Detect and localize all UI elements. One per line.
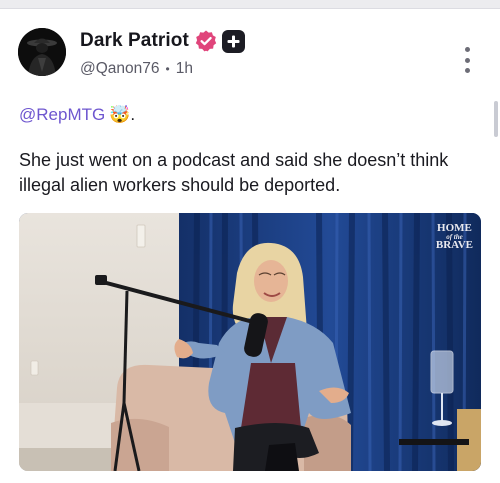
author-handle[interactable]: @Qanon76 bbox=[80, 60, 160, 78]
post-body: She just went on a podcast and said she … bbox=[19, 150, 449, 195]
mention-line: @RepMTG 🤯 . bbox=[19, 105, 135, 125]
mention-suffix: . bbox=[130, 105, 136, 124]
more-vertical-icon-dot bbox=[464, 47, 470, 52]
author-name-row: Dark Patriot bbox=[80, 29, 245, 53]
video-still-image bbox=[19, 213, 481, 471]
exploding-head-emoji: 🤯 bbox=[109, 105, 131, 124]
hooded-figure-icon bbox=[18, 28, 66, 76]
plus-badge-icon bbox=[221, 29, 245, 53]
more-options-button[interactable] bbox=[458, 47, 476, 73]
author-avatar[interactable] bbox=[18, 28, 66, 76]
post-timestamp[interactable]: 1h bbox=[176, 60, 193, 78]
scrollbar-thumb[interactable] bbox=[494, 101, 498, 137]
more-vertical-icon-dot bbox=[464, 57, 470, 63]
post-media-video[interactable]: HOME of the BRAVE bbox=[19, 213, 481, 471]
post-meta: @Qanon76 • 1h bbox=[80, 60, 193, 78]
home-of-the-brave-watermark: HOME of the BRAVE bbox=[436, 223, 473, 251]
mention-link[interactable]: @RepMTG bbox=[19, 105, 105, 125]
author-display-name[interactable]: Dark Patriot bbox=[80, 30, 189, 52]
watermark-line3: BRAVE bbox=[435, 239, 473, 251]
meta-separator: • bbox=[165, 62, 170, 76]
post-card: Dark Patriot @Qanon76 • 1h @RepMTG 🤯 . S… bbox=[0, 8, 500, 483]
more-vertical-icon-dot bbox=[464, 68, 470, 73]
verified-badge-icon bbox=[194, 29, 218, 53]
